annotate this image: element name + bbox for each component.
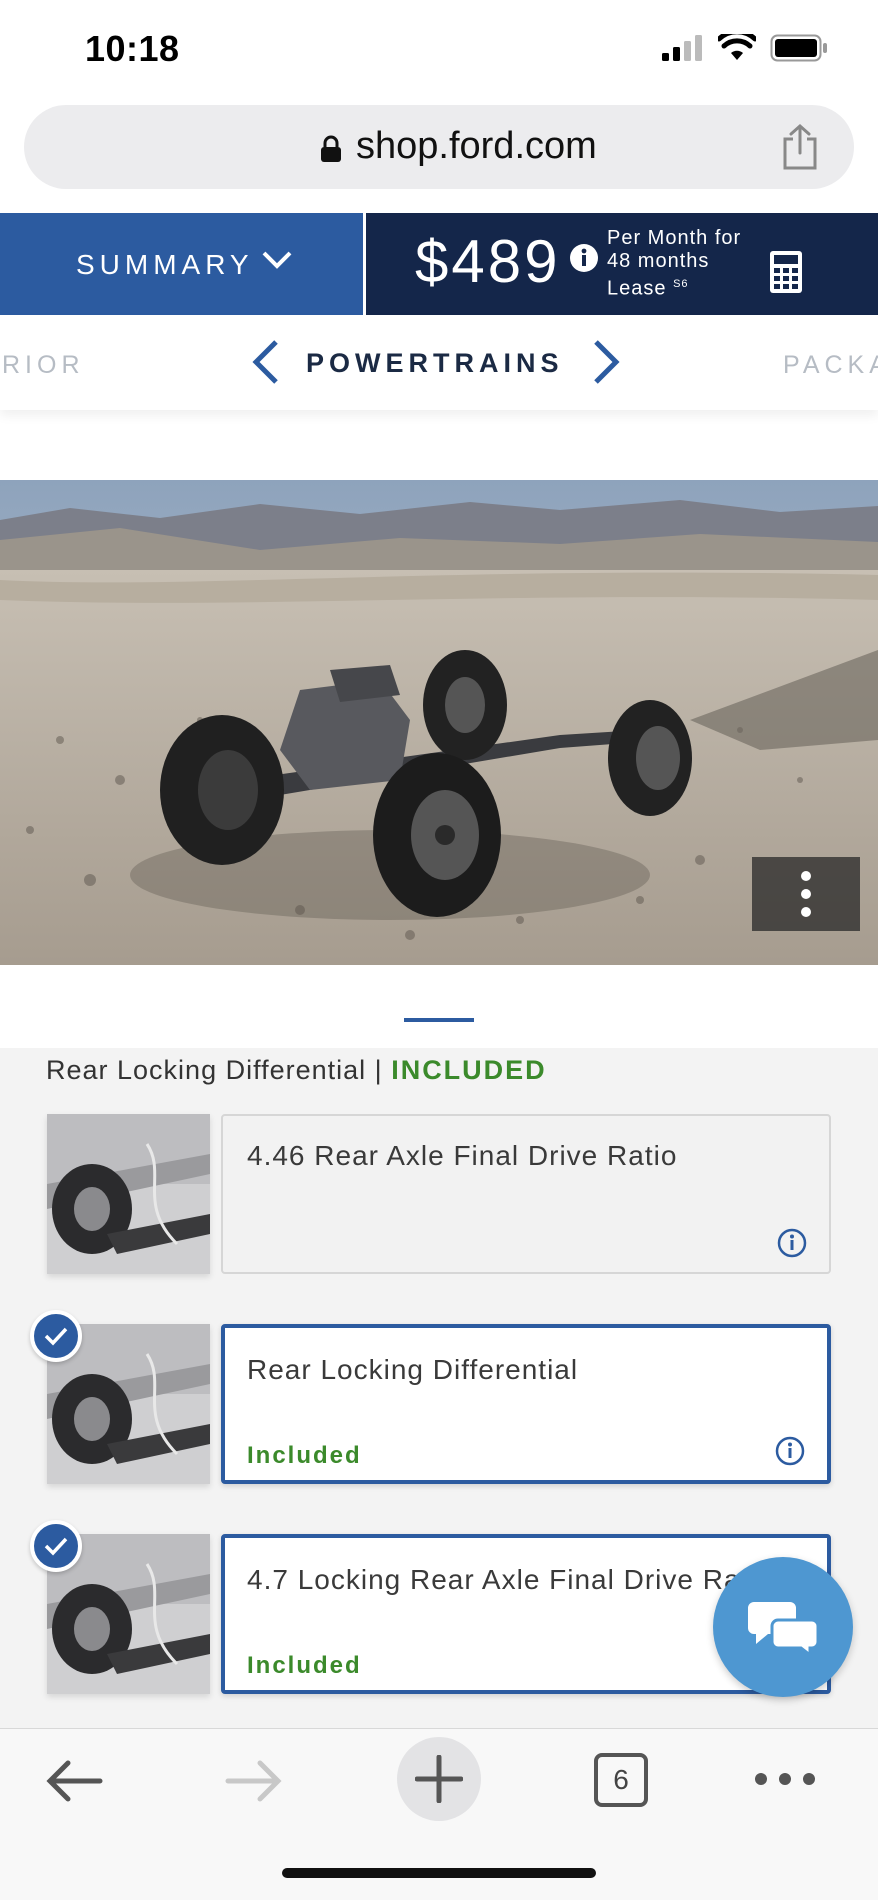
- option-status: Included: [247, 1652, 362, 1679]
- summary-label: SUMMARY: [76, 249, 254, 280]
- battery-icon: [770, 34, 827, 62]
- carousel-indicator: [404, 1018, 474, 1022]
- gallery-more-button[interactable]: [752, 857, 860, 931]
- price-term-line: Lease S6: [607, 273, 741, 301]
- chevron-left-icon[interactable]: [250, 339, 282, 385]
- forward-arrow-icon[interactable]: [224, 1757, 284, 1805]
- price-term-line: 48 months: [607, 250, 710, 272]
- dot: [779, 1773, 791, 1785]
- plus-icon: [415, 1755, 463, 1803]
- chat-icon: [748, 1602, 820, 1656]
- wifi-icon: [718, 34, 756, 60]
- more-dots-icon[interactable]: [755, 1773, 815, 1785]
- option-title: 4.46 Rear Axle Final Drive Ratio: [247, 1140, 678, 1171]
- check-icon: [30, 1310, 82, 1362]
- desert-chassis-illustration: [0, 480, 878, 965]
- info-icon[interactable]: [775, 1436, 805, 1466]
- status-time: 10:18: [85, 28, 180, 69]
- category-next[interactable]: PACKA: [783, 351, 878, 380]
- category-previous[interactable]: RIOR: [2, 351, 85, 380]
- option-thumbnail: [47, 1114, 210, 1274]
- option-row[interactable]: 4.46 Rear Axle Final Drive Ratio: [0, 1114, 878, 1284]
- powertrain-hero-image: [0, 480, 878, 965]
- price-footnote: S6: [673, 278, 689, 290]
- tab-switcher-button[interactable]: 6: [594, 1753, 648, 1807]
- home-indicator: [282, 1868, 596, 1878]
- category-current: POWERTRAINS: [306, 348, 564, 378]
- dot: [755, 1773, 767, 1785]
- dot: [801, 907, 811, 917]
- option-row[interactable]: Rear Locking Differential Included: [0, 1310, 878, 1494]
- info-icon[interactable]: [777, 1228, 807, 1258]
- option-status: Included: [247, 1442, 362, 1469]
- price-terms: Per Month for 48 months Lease S6: [607, 227, 741, 301]
- price-summary: $489 Per Month for 48 months Lease S6: [366, 213, 878, 315]
- options-header-status: INCLUDED: [391, 1055, 547, 1085]
- option-title: 4.7 Locking Rear Axle Final Drive Ratio: [247, 1564, 774, 1595]
- price-term-line: Per Month for: [607, 227, 742, 249]
- chevron-right-icon[interactable]: [590, 339, 622, 385]
- option-title: Rear Locking Differential: [247, 1354, 579, 1385]
- chevron-down-icon: [262, 251, 292, 269]
- address-bar[interactable]: shop.ford.com: [24, 105, 854, 189]
- share-icon[interactable]: [780, 123, 820, 171]
- lock-icon: [321, 135, 341, 162]
- summary-toggle-button[interactable]: SUMMARY: [0, 213, 363, 315]
- option-card[interactable]: 4.46 Rear Axle Final Drive Ratio: [221, 1114, 831, 1274]
- status-icons: [662, 33, 828, 63]
- calculator-icon[interactable]: [770, 251, 802, 293]
- cellular-signal-icon: [662, 35, 702, 61]
- dot: [801, 889, 811, 899]
- chat-button[interactable]: [713, 1557, 853, 1697]
- price-term-lease: Lease: [607, 277, 667, 300]
- new-tab-button[interactable]: [397, 1737, 481, 1821]
- url-text[interactable]: shop.ford.com: [356, 125, 597, 168]
- browser-toolbar: 6: [0, 1728, 878, 1900]
- monthly-price: $489: [415, 228, 561, 295]
- options-section-header: Rear Locking Differential | INCLUDED: [46, 1055, 547, 1086]
- option-card[interactable]: Rear Locking Differential Included: [221, 1324, 831, 1484]
- category-nav: RIOR POWERTRAINS PACKA: [0, 315, 878, 410]
- info-icon[interactable]: [569, 243, 599, 273]
- dot: [801, 871, 811, 881]
- check-icon: [30, 1520, 82, 1572]
- dot: [803, 1773, 815, 1785]
- status-bar: 10:18: [0, 0, 878, 100]
- options-header-label: Rear Locking Differential |: [46, 1055, 383, 1085]
- summary-bar: SUMMARY $489 Per Month for 48 months Lea…: [0, 213, 878, 315]
- axle-thumbnail: [47, 1114, 210, 1274]
- back-arrow-icon[interactable]: [44, 1757, 104, 1805]
